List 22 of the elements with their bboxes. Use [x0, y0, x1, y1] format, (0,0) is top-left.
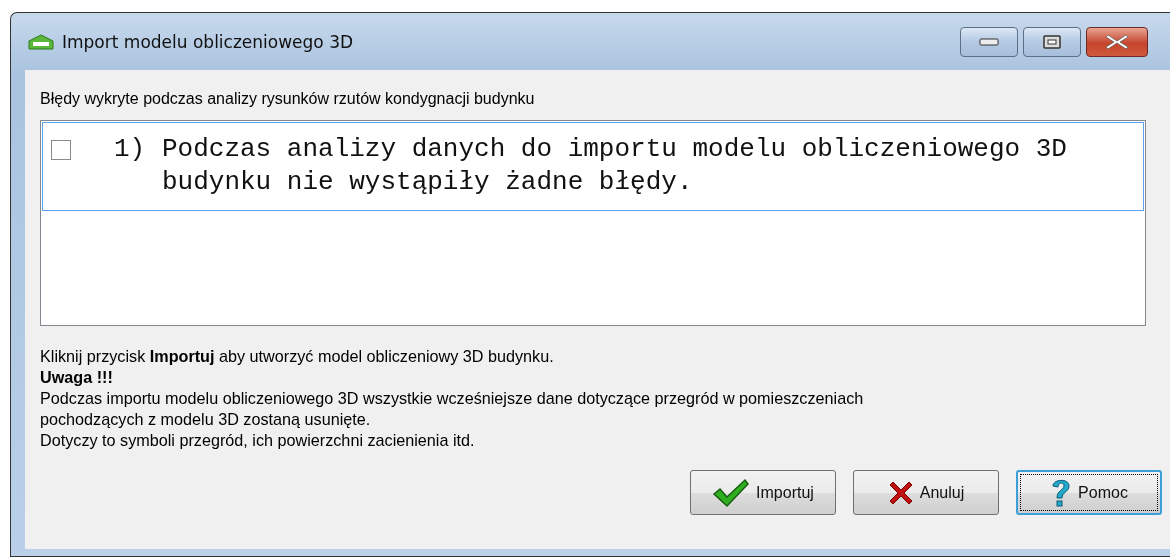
warning-title: Uwaga !!! — [40, 367, 114, 388]
checkmark-icon — [712, 477, 751, 508]
warning-text: pochodzących z modelu 3D zostaną usunięte. — [40, 409, 372, 430]
close-icon — [1105, 33, 1129, 50]
cross-icon — [887, 479, 914, 506]
item-number: 1) — [114, 133, 147, 166]
warning-text: Dotyczy to symboli przegród, ich powierzchni zacienienia itd. — [40, 430, 476, 451]
error-message: Podczas analizy danych do importu modelu obliczeniowego 3D budynku nie wystąpiły żadne błędy. — [162, 133, 1068, 199]
window-title: Import modelu obliczeniowego 3D — [62, 31, 354, 52]
import-button[interactable]: Importuj — [690, 470, 836, 515]
house-icon — [28, 33, 54, 50]
errors-label: Błędy wykryte podczas analizy rysunków rzutów kondygnacji budynku — [40, 90, 536, 108]
close-button[interactable] — [1086, 26, 1148, 57]
cancel-button[interactable]: Anuluj — [853, 470, 999, 515]
maximize-button[interactable] — [1023, 26, 1081, 57]
minimize-button[interactable] — [960, 26, 1018, 57]
instruction-text: Kliknij przycisk Importuj aby utworzyć model obliczeniowy 3D budynku. — [40, 346, 555, 367]
maximize-icon — [1043, 34, 1061, 49]
minimize-icon — [979, 37, 999, 46]
checkbox[interactable] — [51, 140, 71, 160]
help-button[interactable]: Pomoc — [1016, 470, 1162, 515]
warning-text: Podczas importu modelu obliczeniowego 3D wszystkie wcześniejsze dane dotyczące przegród w pomieszczeniach — [40, 388, 865, 409]
